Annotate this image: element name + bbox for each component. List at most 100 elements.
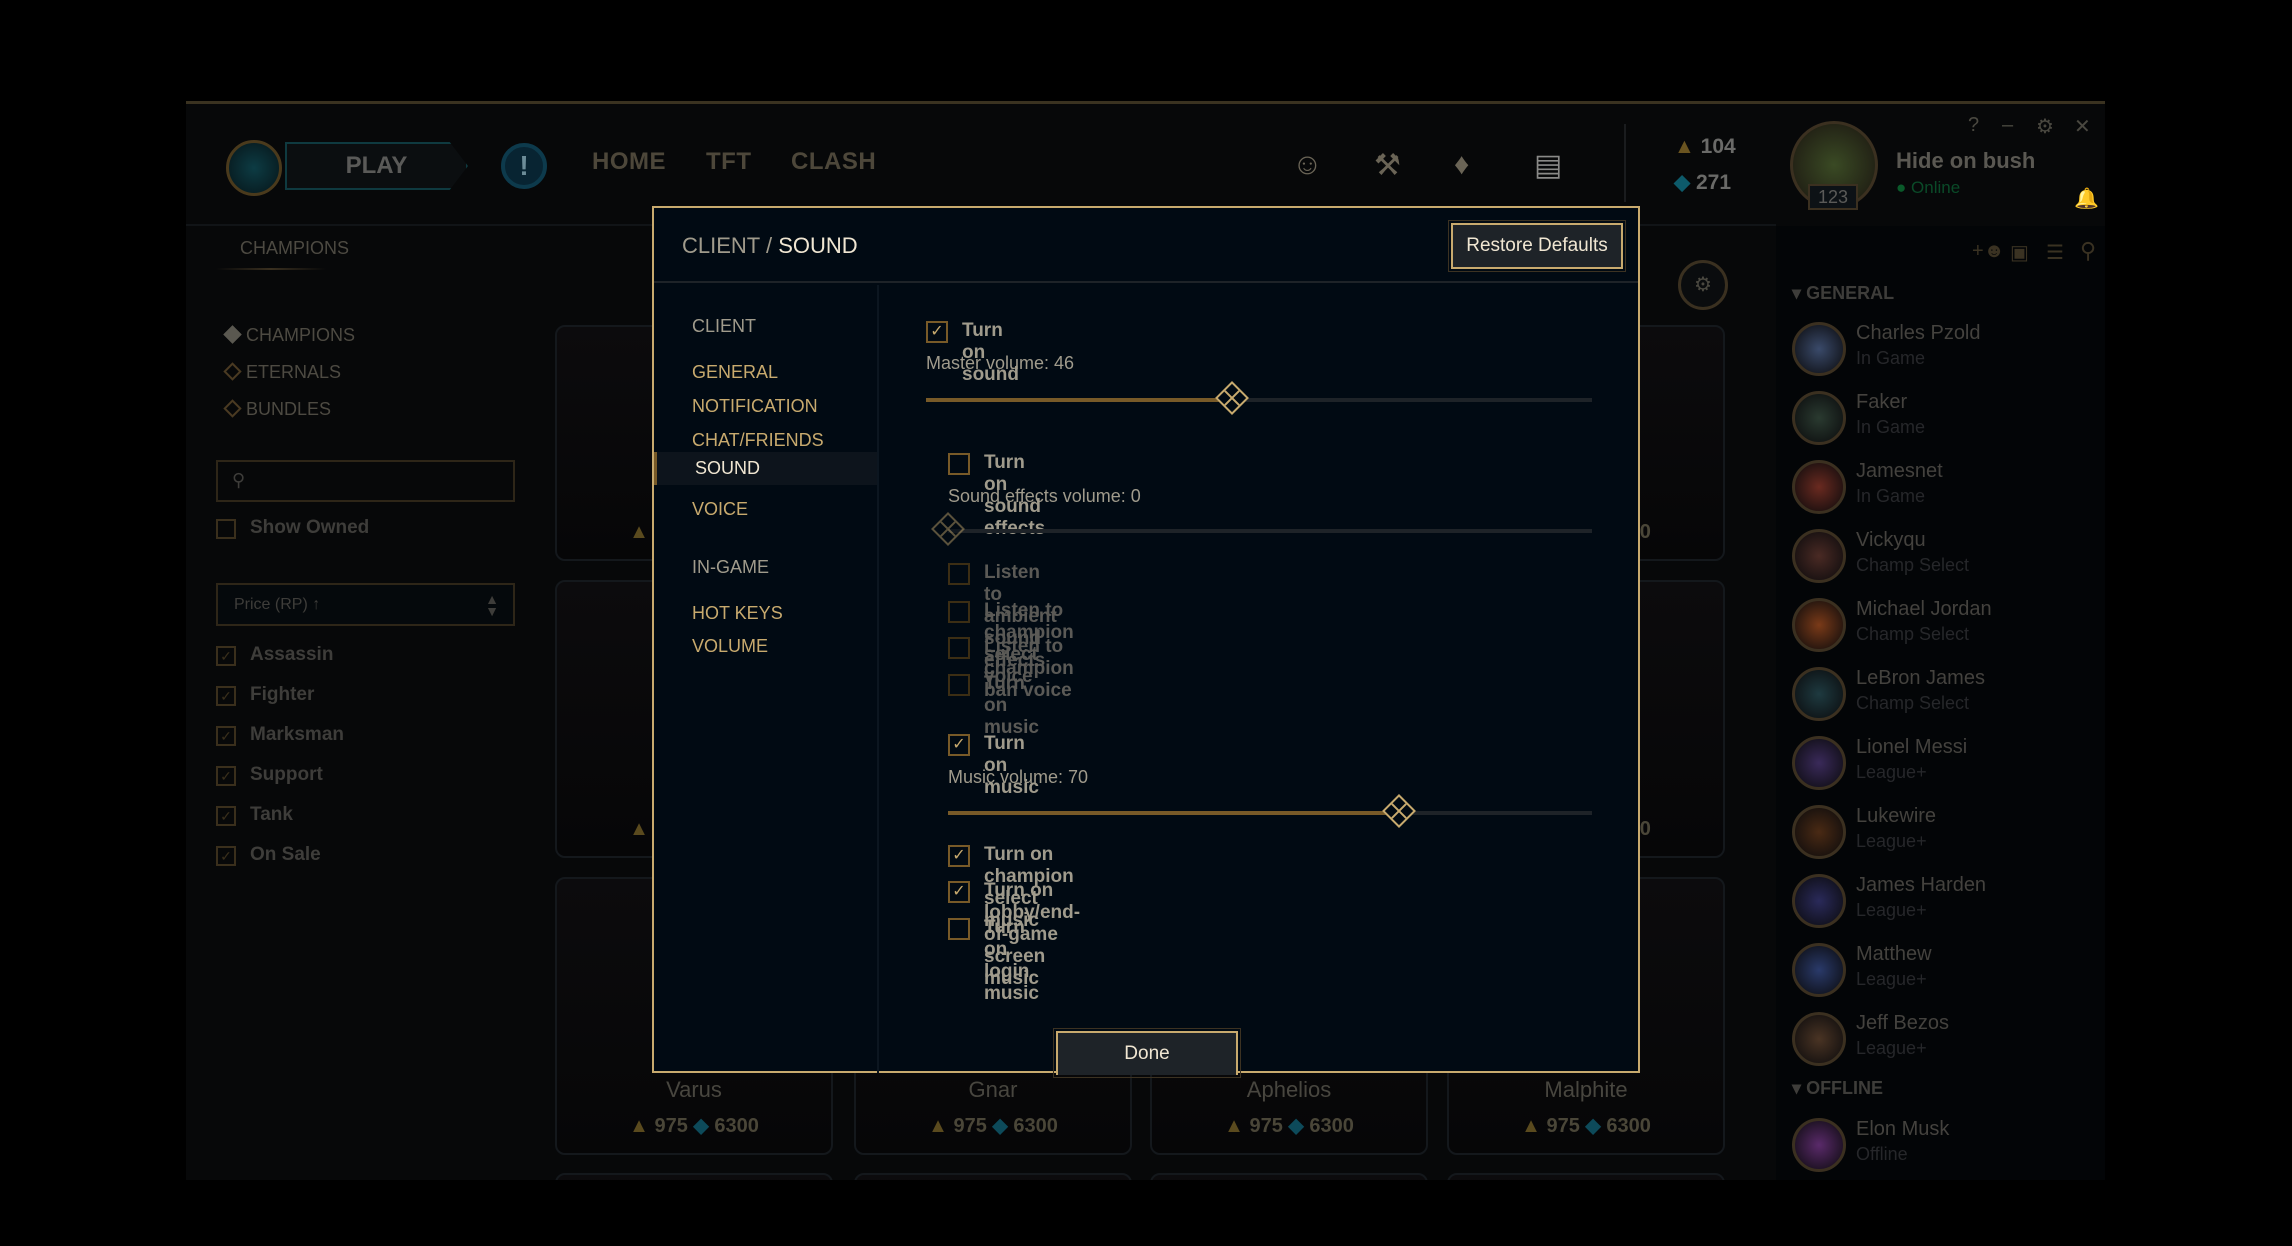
champion-card[interactable] [555,1173,833,1180]
friend-list-item[interactable]: Jeff Bezos League+ [1792,1012,2092,1072]
nav-clash[interactable]: CLASH [791,148,876,176]
tab-underline [216,268,326,270]
turn-on-sound-checkbox[interactable]: ✓ [926,321,948,343]
add-folder-icon[interactable]: ▣ [2010,240,2029,265]
music-option-checkbox[interactable] [948,918,970,940]
show-owned-checkbox[interactable] [216,519,236,539]
friend-list-item[interactable]: Faker In Game [1792,391,2092,451]
friend-list-item[interactable]: Jamesnet In Game [1792,460,2092,520]
friend-avatar [1792,736,1846,790]
music-option-checkbox[interactable]: ✓ [948,845,970,867]
filter-checkbox-tank[interactable]: ✓ [216,806,236,826]
filter-checkbox-support[interactable]: ✓ [216,766,236,786]
minimize-icon[interactable]: – [2002,114,2013,137]
group-offline[interactable]: ▾ OFFLINE [1792,1078,1883,1099]
sound-effects-volume-slider-thumb[interactable] [931,512,965,546]
friend-list-item[interactable]: Michael Jordan Champ Select [1792,598,2092,658]
settings-nav-chat-friends[interactable]: CHAT/FRIENDS [692,430,824,451]
master-volume-slider-thumb[interactable] [1215,381,1250,415]
filter-checkbox-on-sale[interactable]: ✓ [216,846,236,866]
sort-value: Price (RP) ↑ [234,596,321,613]
collection-cards-icon[interactable]: ♦ [1454,148,1469,182]
friend-name: Faker [1856,391,1908,413]
friend-name: Elon Musk [1856,1118,1950,1140]
online-status-dot: ● [1896,178,1907,197]
friend-name: Vickyqu [1856,529,1926,551]
done-button[interactable]: Done [1053,1028,1241,1078]
music-option-checkbox[interactable]: ✓ [948,881,970,903]
filter-checkbox-fighter[interactable]: ✓ [216,686,236,706]
help-icon[interactable]: ? [1968,114,1979,137]
sort-select[interactable]: Price (RP) ↑ ▲ ▼ [216,583,515,626]
sound-option-checkbox[interactable] [948,674,970,696]
filter-checkbox-assassin[interactable]: ✓ [216,646,236,666]
settings-gear-icon[interactable]: ⚙ [2036,114,2054,139]
add-friend-icon[interactable]: +☻ [1972,240,2005,263]
rp-price: 975 [1546,1115,1580,1137]
sound-option-checkbox[interactable] [948,563,970,585]
friend-list-item[interactable]: LeBron James Champ Select [1792,667,2092,727]
friend-list-item[interactable]: Matthew League+ [1792,943,2092,1003]
champion-card[interactable] [1447,1173,1725,1180]
sound-option-checkbox[interactable] [948,601,970,623]
champion-search-input[interactable]: ⚲ [216,460,515,502]
store-menu-eternals[interactable]: ETERNALS [223,362,342,383]
filter-label: Support [250,764,323,785]
friend-list-item[interactable]: Lionel Messi League+ [1792,736,2092,796]
settings-modal: CLIENT / SOUND Restore Defaults CLIENT GE… [652,206,1640,1078]
store-menu-bundles[interactable]: BUNDLES [223,399,331,420]
friend-list-item[interactable]: Vickyqu Champ Select [1792,529,2092,589]
settings-nav-general[interactable]: GENERAL [692,362,778,383]
be-price: 6300 [1309,1115,1354,1137]
filter-checkbox-marksman[interactable]: ✓ [216,726,236,746]
settings-nav-sound[interactable]: SOUND [654,452,877,485]
social-panel: +☻ ▣ ☰ ⚲ ▾ GENERAL ▾ OFFLINE Charles Pzo… [1776,226,2105,1180]
restore-defaults-button[interactable]: Restore Defaults [1448,220,1626,272]
nav-home[interactable]: HOME [592,148,666,176]
notification-bell-icon[interactable]: 🔔 [2074,186,2099,211]
settings-nav-volume[interactable]: VOLUME [692,636,768,657]
friend-list-item[interactable]: James Harden League+ [1792,874,2092,934]
friend-status: Champ Select [1856,693,1970,713]
champion-card[interactable] [1150,1173,1428,1180]
crafting-hammer-icon[interactable]: ⚒ [1374,148,1401,183]
champion-card[interactable] [854,1173,1132,1180]
league-logo-icon[interactable] [226,140,282,196]
settings-nav-hot-keys[interactable]: HOT KEYS [692,603,783,624]
alert-icon[interactable]: ! [501,143,547,189]
nav-tft[interactable]: TFT [706,148,751,176]
settings-nav-notification[interactable]: NOTIFICATION [692,396,818,417]
friend-list-item[interactable]: Elon Musk Offline [1792,1118,2092,1178]
friend-name: Lukewire [1856,805,1937,827]
group-general[interactable]: ▾ GENERAL [1792,283,1894,304]
turn-on-sound-effects-checkbox[interactable] [948,453,970,475]
party-settings-button[interactable]: ⚙ [1678,260,1728,310]
store-menu-label: ETERNALS [246,362,342,382]
friend-avatar [1792,667,1846,721]
music-volume-slider-thumb[interactable] [1381,794,1416,828]
master-volume-slider[interactable] [926,381,1592,415]
list-view-icon[interactable]: ☰ [2046,240,2064,265]
group-label: OFFLINE [1806,1078,1884,1098]
friend-status: Offline [1856,1144,1908,1164]
champion-price: ▲ 975 ◆ 6300 [557,1113,831,1138]
turn-on-music-checkbox[interactable]: ✓ [948,734,970,756]
store-icon[interactable]: ▤ [1534,148,1562,183]
play-button[interactable]: PLAY [285,142,468,190]
sound-option-checkbox[interactable] [948,637,970,659]
tab-champions[interactable]: CHAMPIONS [240,238,349,259]
be-price: 6300 [1013,1115,1058,1137]
champion-name: Varus [666,1077,722,1102]
summoner-name: Hide on bush [1896,148,2036,173]
friend-avatar [1792,322,1846,376]
profile-icon[interactable]: ☺ [1292,148,1323,182]
friend-list-item[interactable]: Lukewire League+ [1792,805,2092,865]
online-status[interactable]: Online [1911,178,1960,197]
store-menu-champions[interactable]: CHAMPIONS [223,325,355,346]
sound-effects-volume-slider[interactable] [931,512,1592,546]
settings-nav-voice[interactable]: VOICE [692,499,748,520]
friend-list-item[interactable]: Charles Pzold In Game [1792,322,2092,382]
close-icon[interactable]: ✕ [2074,114,2091,139]
music-volume-slider[interactable] [948,794,1592,828]
friend-search-icon[interactable]: ⚲ [2080,238,2096,264]
